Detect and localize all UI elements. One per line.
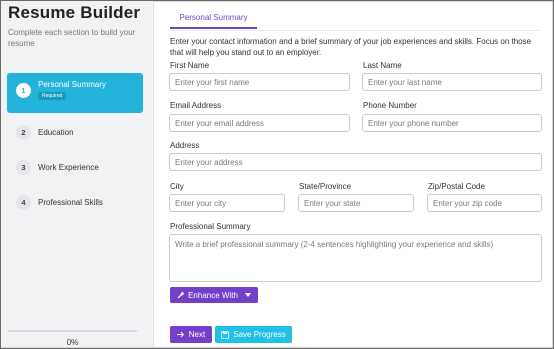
enhance-label: Enhance With [188,290,238,300]
app-title: Resume Builder [8,3,141,22]
last-name-input[interactable] [362,73,542,91]
step-label: Work Experience [38,162,99,172]
zip-label: Zip/Postal Code [428,182,485,191]
state-label: State/Province [299,182,352,191]
step-number: 3 [16,159,31,175]
first-name-label: First Name [170,61,210,70]
step-label: Professional Skills [38,197,103,207]
phone-input[interactable] [362,114,542,132]
step-personal-summary[interactable]: 1 Personal Summary Required [7,73,143,113]
summary-label: Professional Summary [170,222,251,231]
step-label: Personal Summary [38,80,107,89]
email-label: Email Address [170,101,222,110]
arrow-right-icon [176,331,185,338]
last-name-label: Last Name [363,61,402,70]
step-work-experience[interactable]: 3 Work Experience [7,153,143,181]
save-label: Save Progress [233,330,286,339]
required-badge: Required [38,92,67,100]
save-progress-button[interactable]: Save Progress [215,326,292,343]
step-label: Education [38,127,74,137]
city-input[interactable] [169,194,285,212]
save-icon [221,330,230,339]
tab-divider [170,30,540,31]
sidebar: Resume Builder Complete each section to … [1,1,154,347]
state-input[interactable] [298,194,414,212]
phone-label: Phone Number [363,101,417,110]
enhance-with-button[interactable]: Enhance With [170,287,258,303]
chevron-down-icon [244,293,251,297]
intro-text: Enter your contact information and a bri… [170,37,532,57]
app-subtitle: Complete each section to build your resu… [8,28,136,48]
next-label: Next [188,330,206,339]
email-input[interactable] [169,114,350,132]
city-label: City [170,182,184,191]
progress-label: 0% [66,338,79,347]
address-label: Address [170,141,200,150]
wrench-icon [177,291,185,299]
step-number: 4 [16,194,31,210]
summary-textarea[interactable] [169,234,542,282]
progress-bar [8,330,137,332]
step-professional-skills[interactable]: 4 Professional Skills [7,188,143,216]
main-panel: Personal Summary Enter your contact info… [155,1,552,347]
address-input[interactable] [169,153,542,171]
zip-input[interactable] [427,194,542,212]
step-number: 2 [16,124,31,140]
step-number: 1 [16,83,31,98]
step-education[interactable]: 2 Education [7,118,143,146]
tab-personal-summary[interactable]: Personal Summary [170,8,257,29]
first-name-input[interactable] [169,73,350,91]
next-button[interactable]: Next [170,326,212,343]
